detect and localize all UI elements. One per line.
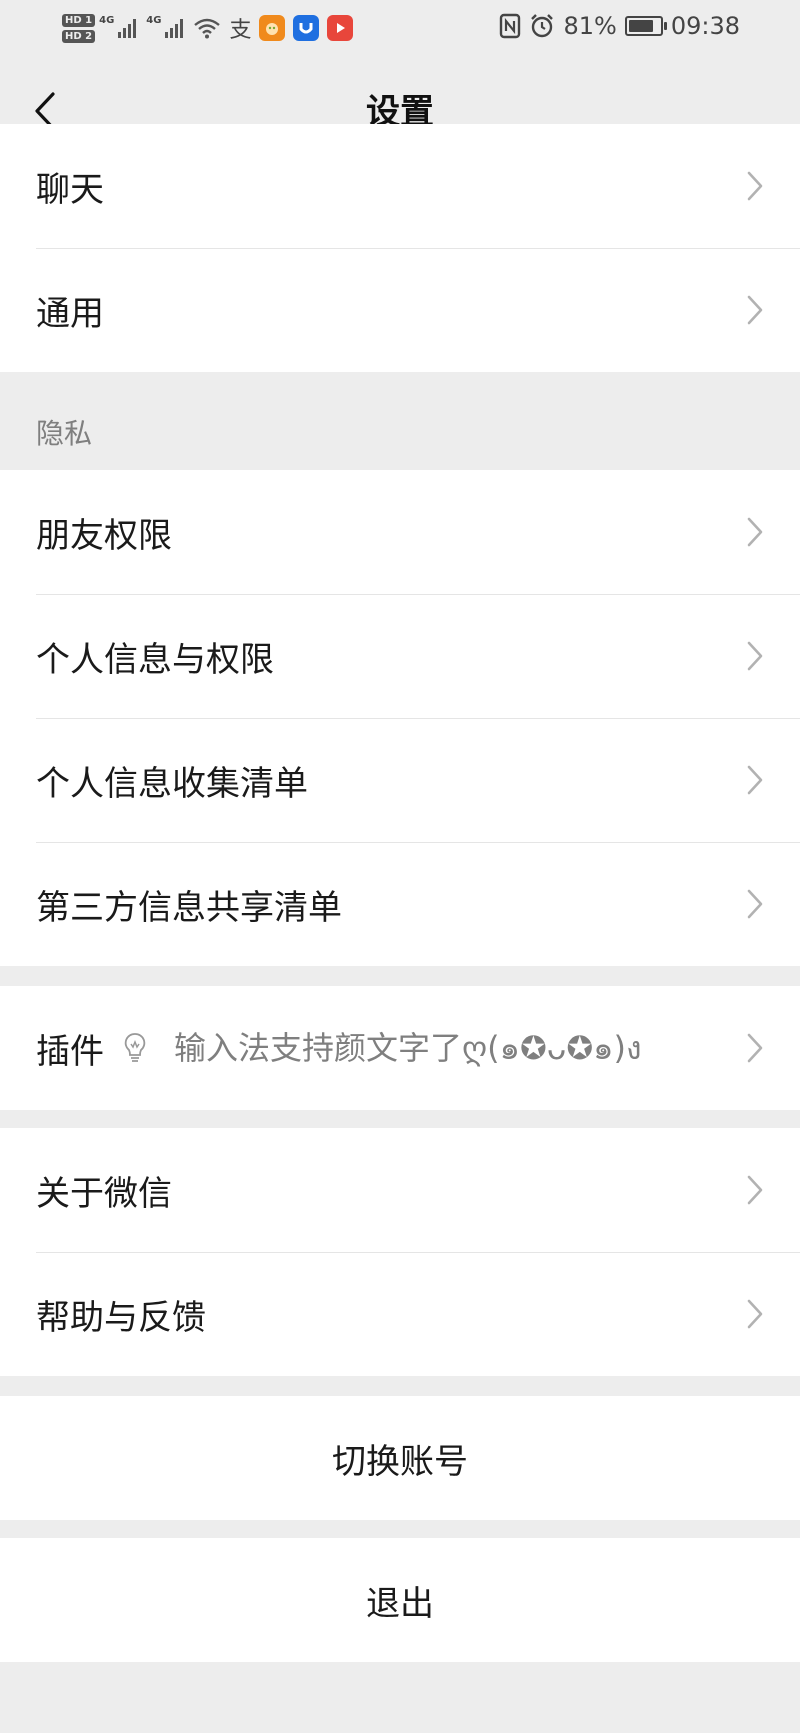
status-bar: HD 1 HD 2 4G 4G 支 81% 09:38 [0,0,800,58]
status-left: HD 1 HD 2 4G 4G 支 [62,8,354,48]
switch-account-group: 切换账号 [0,1396,800,1520]
chevron-right-icon [747,171,763,201]
status-right: 81% 09:38 [499,12,740,40]
plugins-group: 插件 输入法支持颜文字了ღ(๑✪ᴗ✪๑)ง [0,986,800,1110]
hd-badge-1: HD 1 [62,13,96,27]
settings-item-help-feedback[interactable]: 帮助与反馈 [0,1252,800,1376]
app-notification-icon [293,15,320,41]
logout-label: 退出 [366,1583,434,1624]
settings-item-label: 插件 [36,1031,104,1072]
alarm-icon [531,14,554,38]
settings-item-label: 个人信息收集清单 [36,763,308,804]
battery-percent: 81% [563,12,617,40]
privacy-group: 朋友权限 个人信息与权限 个人信息收集清单 第三方信息共享清单 [0,470,800,966]
settings-item-info-collection-list[interactable]: 个人信息收集清单 [0,718,800,842]
section-header-privacy: 隐私 [36,417,93,450]
signal-icon [165,18,184,38]
settings-item-label: 第三方信息共享清单 [36,887,342,928]
clock: 09:38 [670,12,740,40]
settings-item-about-wechat[interactable]: 关于微信 [0,1128,800,1252]
settings-item-label: 帮助与反馈 [36,1297,206,1338]
settings-item-label: 关于微信 [36,1173,172,1214]
settings-item-label: 朋友权限 [36,515,172,556]
hd-indicators: HD 1 HD 2 [62,13,96,43]
battery-level [628,20,654,32]
settings-item-third-party-sharing-list[interactable]: 第三方信息共享清单 [0,842,800,966]
chevron-right-icon [747,889,763,919]
plugin-description: 输入法支持颜文字了ღ(๑✪ᴗ✪๑)ง [174,1028,642,1067]
network-type-1: 4G [99,14,115,26]
settings-item-personal-info-permissions[interactable]: 个人信息与权限 [0,594,800,718]
settings-item-general[interactable]: 通用 [0,248,800,372]
settings-item-label: 聊天 [36,169,104,210]
wifi-icon [194,18,221,39]
battery-icon [624,16,667,36]
logout-button[interactable]: 退出 [0,1538,800,1662]
settings-item-label: 个人信息与权限 [36,639,274,680]
chevron-right-icon [747,1033,763,1063]
settings-item-chat[interactable]: 聊天 [0,124,800,248]
chevron-right-icon [747,641,763,671]
hd-badge-2: HD 2 [62,29,96,43]
logout-group: 退出 [0,1538,800,1662]
switch-account-button[interactable]: 切换账号 [0,1396,800,1520]
lightbulb-icon [124,1033,146,1062]
app-notification-icon [327,15,354,41]
app-notification-icon [259,15,286,41]
settings-item-label: 通用 [36,293,104,334]
nfc-icon [500,13,521,39]
chevron-right-icon [747,295,763,325]
general-settings-group: 聊天 通用 [0,124,800,372]
settings-item-plugins[interactable]: 插件 输入法支持颜文字了ღ(๑✪ᴗ✪๑)ง [0,986,800,1110]
signal-icon [118,18,137,38]
about-group: 关于微信 帮助与反馈 [0,1128,800,1376]
settings-item-friend-permissions[interactable]: 朋友权限 [0,470,800,594]
chevron-right-icon [747,517,763,547]
switch-account-label: 切换账号 [332,1441,468,1482]
chevron-right-icon [747,765,763,795]
alipay-icon: 支 [229,18,252,43]
chevron-right-icon [747,1299,763,1329]
network-type-2: 4G [146,14,162,26]
chevron-right-icon [747,1175,763,1205]
